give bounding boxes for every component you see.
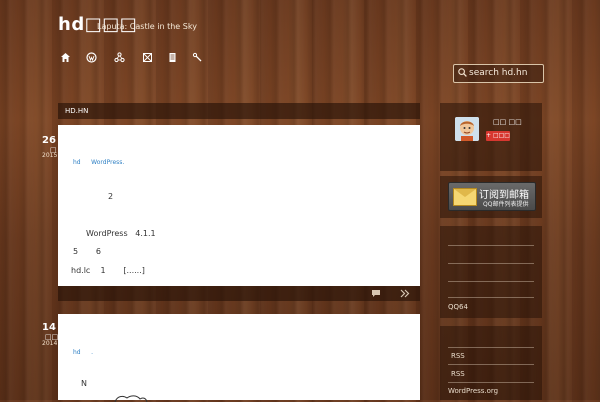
post-read-more[interactable]: hd.lc 1 [......] <box>71 266 145 275</box>
post-meta: hd WordPress. <box>73 157 124 166</box>
wordpress-icon[interactable] <box>85 52 97 64</box>
divider <box>448 263 534 264</box>
post-text-line: 2 <box>108 192 114 201</box>
profile-name[interactable]: □□ □□ <box>493 118 522 126</box>
divider <box>448 245 534 246</box>
home-icon[interactable] <box>59 52 71 64</box>
post-text-line: WordPress 4.1.1 <box>86 229 156 238</box>
post-tag[interactable]: hd <box>73 349 81 356</box>
post-text-line: 5 6 <box>73 247 101 256</box>
envelope-icon <box>453 188 477 206</box>
post-date-day: 14 <box>42 322 56 333</box>
post-date-year: 2015 <box>42 152 58 159</box>
search-box[interactable] <box>453 64 544 83</box>
divider <box>448 297 534 298</box>
tools-icon[interactable] <box>191 52 203 64</box>
meta-panel: RSS RSS WordPress.org <box>440 326 542 400</box>
post-footer-bar <box>58 286 420 301</box>
divider <box>448 347 534 348</box>
forward-icon[interactable] <box>400 289 410 298</box>
search-input[interactable] <box>469 66 539 80</box>
post-tag[interactable]: hd <box>73 159 81 166</box>
comment-icon[interactable] <box>371 289 381 298</box>
post-tag[interactable]: . <box>91 349 93 356</box>
subscribe-email-button[interactable]: 订阅到邮箱 QQ邮件列表提供 <box>448 182 536 211</box>
divider <box>448 364 534 365</box>
post-tag[interactable]: WordPress. <box>91 159 124 166</box>
wordpress-org-link[interactable]: WordPress.org <box>448 387 498 395</box>
divider <box>448 281 534 282</box>
post-card: hd WordPress. 2 WordPress 4.1.1 5 6 hd.l… <box>58 125 420 286</box>
rss-comments-link[interactable]: RSS <box>451 370 465 378</box>
share-icon[interactable] <box>113 52 125 64</box>
post-card: hd . N <box>58 314 420 402</box>
avatar[interactable] <box>455 117 479 141</box>
grid-icon[interactable] <box>141 52 153 64</box>
post-date-day: 26 <box>42 135 56 146</box>
document-icon[interactable] <box>166 52 178 64</box>
divider <box>448 382 534 383</box>
post-meta: hd . <box>73 347 93 356</box>
post-illustration <box>114 395 148 402</box>
subscribe-subtitle: QQ邮件列表提供 <box>483 201 529 208</box>
breadcrumb-bar: HD.HN <box>58 103 420 119</box>
post-date-year: 2014 <box>42 340 58 347</box>
post-text-line: N <box>81 379 87 388</box>
search-icon <box>458 68 467 77</box>
rss-link[interactable]: RSS <box>451 352 465 360</box>
breadcrumb[interactable]: HD.HN <box>65 107 88 115</box>
links-panel: QQ64 <box>440 226 542 318</box>
follow-button[interactable]: + □□□ <box>486 131 510 141</box>
site-description: Laputa: Castle in the Sky <box>97 22 197 31</box>
links-footer-text[interactable]: QQ64 <box>448 303 468 311</box>
